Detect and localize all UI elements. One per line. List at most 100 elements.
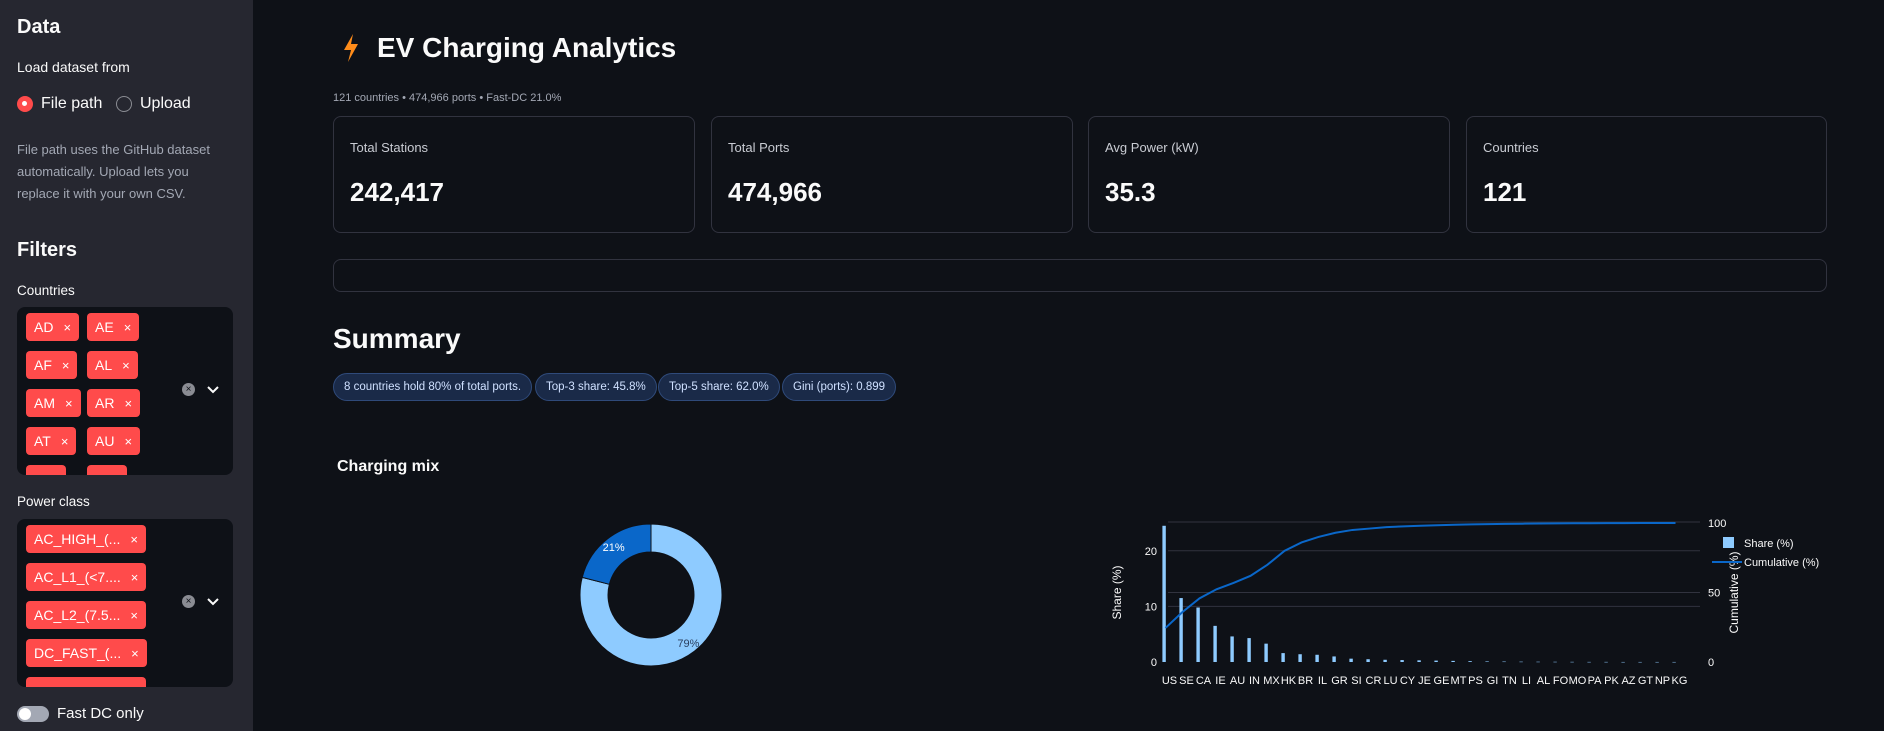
bar[interactable]	[1264, 643, 1268, 662]
remove-icon[interactable]: ×	[65, 396, 73, 411]
bar[interactable]	[1383, 659, 1387, 662]
summary-pill: Top-5 share: 62.0%	[658, 373, 780, 401]
x-tick-label: CY	[1400, 675, 1416, 687]
bar[interactable]	[1315, 654, 1319, 662]
x-tick-label: CA	[1196, 675, 1212, 687]
summary-pill: Gini (ports): 0.899	[782, 373, 897, 401]
power-tag[interactable]: AC_L2_(7.5... ×	[26, 601, 146, 629]
chevron-down-icon[interactable]	[207, 597, 219, 606]
bar[interactable]	[1162, 525, 1166, 662]
page-title: EV Charging Analytics	[377, 32, 677, 63]
remove-icon[interactable]: ×	[63, 320, 71, 335]
bar[interactable]	[1179, 598, 1183, 662]
bar[interactable]	[1587, 661, 1591, 663]
radio-upload[interactable]: Upload	[116, 95, 191, 113]
x-tick-label: SE	[1179, 675, 1194, 687]
country-tag[interactable]: AD ×	[26, 313, 80, 341]
x-tick-label: LI	[1522, 675, 1531, 687]
countries-multiselect[interactable]: AD × AE × AF × AL × AM × AR × AT × AU × ×	[17, 307, 233, 475]
radio-indicator-on[interactable]	[17, 96, 33, 112]
bar[interactable]	[1332, 656, 1336, 662]
remove-icon[interactable]: ×	[131, 570, 139, 585]
power-tag[interactable]: AC_L1_(<7.... ×	[26, 563, 147, 591]
bar[interactable]	[1570, 661, 1574, 663]
remove-icon[interactable]: ×	[122, 358, 130, 373]
remove-icon[interactable]: ×	[61, 434, 69, 449]
clear-icon[interactable]: ×	[182, 595, 195, 608]
clear-icon[interactable]: ×	[182, 383, 195, 396]
radio-indicator-off[interactable]	[116, 96, 132, 112]
x-tick-label: MT	[1451, 675, 1467, 687]
fast-dc-toggle-row[interactable]: Fast DC only	[17, 705, 144, 722]
radio-file-path[interactable]: File path	[17, 95, 102, 113]
remove-icon[interactable]: ×	[131, 646, 139, 661]
country-tag-partial[interactable]	[87, 465, 127, 475]
bar[interactable]	[1485, 661, 1489, 662]
bar[interactable]	[1281, 653, 1285, 662]
bar[interactable]	[1213, 625, 1217, 662]
remove-icon[interactable]: ×	[130, 532, 138, 547]
x-tick-label: TN	[1502, 675, 1517, 687]
chevron-down-icon[interactable]	[207, 385, 219, 394]
remove-icon[interactable]: ×	[124, 320, 132, 335]
legend-label: Share (%)	[1744, 538, 1794, 550]
bar[interactable]	[1502, 661, 1506, 663]
bar[interactable]	[1349, 658, 1353, 662]
summary-title: Summary	[333, 323, 461, 354]
radio-label-file-path: File path	[41, 95, 103, 112]
donut-slice-label: 79%	[677, 638, 699, 650]
bar[interactable]	[1638, 661, 1642, 663]
country-tag[interactable]: AF ×	[26, 351, 78, 379]
country-tag[interactable]: AL ×	[87, 351, 138, 379]
sidebar: Data Load dataset from File path Upload …	[0, 0, 253, 731]
bar[interactable]	[1434, 660, 1438, 662]
bar[interactable]	[1536, 661, 1540, 663]
x-tick-label: IL	[1318, 675, 1327, 687]
power-class-label: Power class	[17, 494, 90, 509]
country-tag[interactable]: AE ×	[87, 313, 140, 341]
remove-icon[interactable]: ×	[62, 358, 70, 373]
x-tick-label: HK	[1281, 675, 1297, 687]
bar[interactable]	[1417, 660, 1421, 662]
power-class-multiselect[interactable]: AC_HIGH_(... × AC_L1_(<7.... × AC_L2_(7.5.…	[17, 519, 233, 687]
kpi-label: Total Ports	[728, 140, 790, 155]
bar[interactable]	[1604, 661, 1608, 663]
bar[interactable]	[1519, 661, 1523, 663]
legend-swatch[interactable]	[1723, 537, 1734, 548]
bar[interactable]	[1400, 660, 1404, 662]
country-tag[interactable]: AR ×	[87, 389, 141, 417]
fast-dc-toggle[interactable]	[17, 705, 49, 722]
bar[interactable]	[1621, 661, 1625, 663]
country-tag-partial[interactable]	[26, 465, 66, 475]
bar[interactable]	[1366, 659, 1370, 662]
countries-label: Countries	[17, 283, 75, 298]
donut-slice-fast-dc[interactable]	[581, 523, 652, 585]
x-tick-label: BR	[1298, 675, 1313, 687]
power-tag[interactable]: AC_HIGH_(... ×	[26, 525, 146, 553]
x-tick-label: GT	[1638, 675, 1654, 687]
legend-label: Cumulative (%)	[1744, 557, 1819, 569]
bar[interactable]	[1672, 661, 1676, 663]
country-tag[interactable]: AM ×	[26, 389, 81, 417]
y-axis-title: Share (%)	[1110, 565, 1124, 619]
country-tag[interactable]: AU ×	[87, 427, 141, 455]
bar[interactable]	[1247, 638, 1251, 662]
cumulative-line[interactable]	[1164, 522, 1676, 629]
y2-tick-label: 100	[1708, 518, 1726, 530]
remove-icon[interactable]: ×	[124, 434, 132, 449]
bar[interactable]	[1451, 660, 1455, 662]
bar[interactable]	[1298, 654, 1302, 662]
bar[interactable]	[1655, 661, 1659, 663]
bar[interactable]	[1196, 607, 1200, 662]
remove-icon[interactable]: ×	[130, 608, 138, 623]
power-tag-partial[interactable]	[26, 677, 146, 687]
bar[interactable]	[1553, 661, 1557, 663]
charging-mix-title: Charging mix	[337, 458, 440, 475]
country-tag[interactable]: AT ×	[26, 427, 77, 455]
bar[interactable]	[1230, 636, 1234, 662]
help-line: File path uses the GitHub dataset	[17, 142, 210, 157]
bar[interactable]	[1468, 661, 1472, 662]
power-tag[interactable]: DC_FAST_(... ×	[26, 639, 147, 667]
remove-icon[interactable]: ×	[124, 396, 132, 411]
filters-header: Filters	[17, 239, 78, 261]
